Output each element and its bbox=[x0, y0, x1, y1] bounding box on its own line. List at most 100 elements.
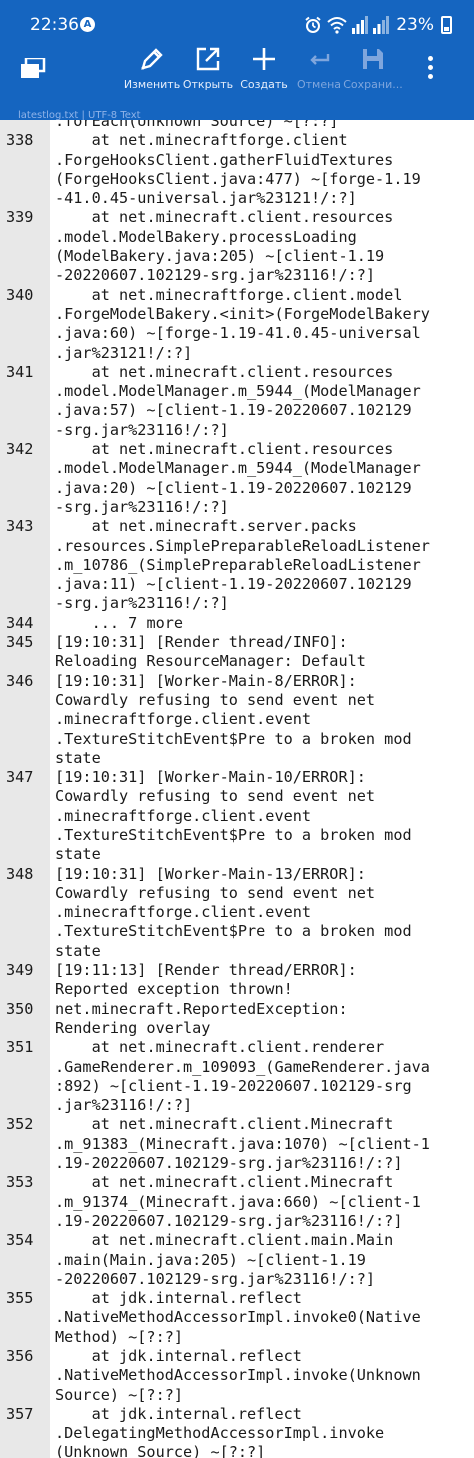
line-text: [19:10:31] [Render thread/INFO]: bbox=[55, 633, 348, 652]
line-number bbox=[0, 1424, 50, 1443]
code-line: 355 at jdk.internal.reflect bbox=[0, 1289, 474, 1308]
app-header: 22:36 A 23% Изменить Открыть Создать Отм… bbox=[0, 0, 474, 121]
line-number: 354 bbox=[6, 1231, 34, 1250]
line-text: state bbox=[55, 748, 101, 767]
line-text: .19-20220607.102129-srg.jar%23116!/:?] bbox=[55, 1154, 403, 1173]
floppy-disk-icon bbox=[363, 49, 383, 69]
line-text: -srg.jar%23116!/:?] bbox=[55, 420, 229, 439]
status-time: 22:36 bbox=[30, 15, 79, 35]
code-line: 347 [19:10:31] [Worker-Main-10/ERROR]: bbox=[0, 768, 474, 787]
line-number bbox=[0, 1077, 50, 1096]
save-button[interactable]: Сохрани... bbox=[343, 46, 403, 94]
line-text: at net.minecraftforge.client.model bbox=[55, 285, 403, 304]
line-number bbox=[0, 1251, 50, 1270]
notification-app-icon: A bbox=[80, 17, 95, 32]
line-number bbox=[0, 807, 50, 826]
line-text: .jar%23116!/:?] bbox=[55, 1096, 193, 1115]
line-number bbox=[0, 459, 50, 478]
line-text: [19:10:31] [Worker-Main-10/ERROR]: bbox=[55, 768, 366, 787]
line-text: .java:11) ~[client-1.19-20220607.102129 bbox=[55, 575, 412, 594]
line-number: 341 bbox=[6, 362, 34, 381]
code-line: .java:57) ~[client-1.19-20220607.102129 bbox=[0, 401, 474, 420]
code-line: .DelegatingMethodAccessorImpl.invoke bbox=[0, 1424, 474, 1443]
line-number bbox=[0, 942, 50, 961]
line-text: .NativeMethodAccessorImpl.invoke(Unknown bbox=[55, 1366, 421, 1385]
code-line: .TextureStitchEvent$Pre to a broken mod bbox=[0, 826, 474, 845]
line-number: 349 bbox=[6, 961, 34, 980]
code-line: 342 at net.minecraft.client.resources bbox=[0, 440, 474, 459]
line-text: -srg.jar%23116!/:?] bbox=[55, 497, 229, 516]
code-line: (Unknown Source) ~[?:?] bbox=[0, 1443, 474, 1458]
line-number bbox=[0, 691, 50, 710]
line-text: [19:10:31] [Worker-Main-8/ERROR]: bbox=[55, 671, 357, 690]
line-number bbox=[0, 498, 50, 517]
line-text: :892) ~[client-1.19-20220607.102129-srg bbox=[55, 1076, 412, 1095]
line-number bbox=[0, 749, 50, 768]
line-text: Method) ~[?:?] bbox=[55, 1327, 184, 1346]
line-text: at jdk.internal.reflect bbox=[55, 1289, 302, 1308]
line-number bbox=[0, 247, 50, 266]
line-number: 353 bbox=[6, 1173, 34, 1192]
line-number bbox=[0, 120, 50, 131]
line-number bbox=[0, 710, 50, 729]
line-number: 347 bbox=[6, 768, 34, 787]
create-button[interactable]: Создать bbox=[234, 46, 294, 94]
more-vertical-icon[interactable] bbox=[420, 56, 440, 84]
line-text: net.minecraft.ReportedException: bbox=[55, 999, 348, 1018]
line-text: at jdk.internal.reflect bbox=[55, 1404, 302, 1423]
line-number bbox=[0, 1019, 50, 1038]
line-text: .GameRenderer.m_109093_(GameRenderer.jav… bbox=[55, 1057, 430, 1076]
line-text: (ForgeHooksClient.java:477) ~[forge-1.19 bbox=[55, 169, 421, 188]
code-line: state bbox=[0, 845, 474, 864]
line-number bbox=[0, 1308, 50, 1327]
line-text: .main(Main.java:205) ~[client-1.19 bbox=[55, 1250, 366, 1269]
line-text: at net.minecraftforge.client bbox=[55, 131, 348, 150]
code-line: 357 at jdk.internal.reflect bbox=[0, 1405, 474, 1424]
line-number bbox=[0, 1328, 50, 1347]
code-line: .java:60) ~[forge-1.19-41.0.45-universal bbox=[0, 324, 474, 343]
text-editor[interactable]: .forEach(Unknown Source) ~[?:?] 338 at ne… bbox=[0, 120, 474, 1458]
code-line: -20220607.102129-srg.jar%23116!/:?] bbox=[0, 266, 474, 285]
line-text: at net.minecraft.client.main.Main bbox=[55, 1231, 394, 1250]
battery-icon bbox=[441, 16, 452, 34]
layers-icon[interactable] bbox=[20, 56, 46, 84]
line-text: -srg.jar%23116!/:?] bbox=[55, 594, 229, 613]
line-number bbox=[0, 1058, 50, 1077]
status-icons: 23% bbox=[304, 14, 452, 36]
line-text: .19-20220607.102129-srg.jar%23116!/:?] bbox=[55, 1211, 403, 1230]
edit-button[interactable]: Изменить bbox=[122, 46, 182, 94]
line-text: at net.minecraft.client.Minecraft bbox=[55, 1115, 394, 1134]
code-line: 346 [19:10:31] [Worker-Main-8/ERROR]: bbox=[0, 672, 474, 691]
code-line: 338 at net.minecraftforge.client bbox=[0, 131, 474, 150]
line-text: .jar%23121!/:?] bbox=[55, 343, 193, 362]
wifi-icon bbox=[327, 17, 347, 34]
line-number: 343 bbox=[6, 517, 34, 536]
toolbar: Изменить Открыть Создать Отмена Сохрани.… bbox=[0, 40, 474, 100]
code-line: .minecraftforge.client.event bbox=[0, 807, 474, 826]
code-line: Method) ~[?:?] bbox=[0, 1328, 474, 1347]
code-line: .java:11) ~[client-1.19-20220607.102129 bbox=[0, 575, 474, 594]
code-line: .main(Main.java:205) ~[client-1.19 bbox=[0, 1251, 474, 1270]
line-text: state bbox=[55, 941, 101, 960]
undo-icon bbox=[310, 54, 330, 65]
open-button[interactable]: Открыть bbox=[178, 46, 238, 94]
code-line: 343 at net.minecraft.server.packs bbox=[0, 517, 474, 536]
line-number: 355 bbox=[6, 1289, 34, 1308]
line-number bbox=[0, 1443, 50, 1458]
code-line: .forEach(Unknown Source) ~[?:?] bbox=[0, 120, 474, 131]
line-text: .java:57) ~[client-1.19-20220607.102129 bbox=[55, 401, 412, 420]
line-number bbox=[0, 1366, 50, 1385]
line-number bbox=[0, 1386, 50, 1405]
code-line: Source) ~[?:?] bbox=[0, 1386, 474, 1405]
code-line: .jar%23121!/:?] bbox=[0, 344, 474, 363]
line-text: -20220607.102129-srg.jar%23116!/:?] bbox=[55, 266, 376, 285]
line-text: at net.minecraft.server.packs bbox=[55, 517, 357, 536]
line-text: ... 7 more bbox=[55, 613, 184, 632]
undo-button[interactable]: Отмена bbox=[289, 46, 349, 94]
code-line: 353 at net.minecraft.client.Minecraft bbox=[0, 1173, 474, 1192]
code-line: Rendering overlay bbox=[0, 1019, 474, 1038]
line-number bbox=[0, 845, 50, 864]
open-external-icon bbox=[196, 47, 220, 71]
line-number: 342 bbox=[6, 440, 34, 459]
line-number: 352 bbox=[6, 1115, 34, 1134]
